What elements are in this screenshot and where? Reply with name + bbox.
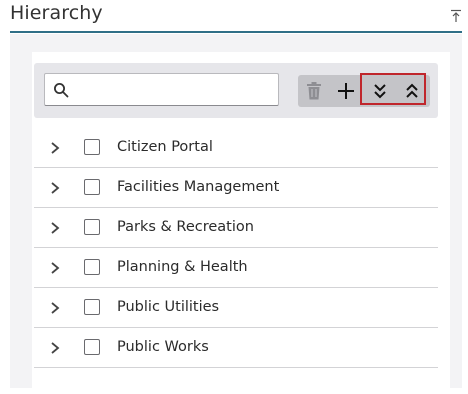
tree-item-label: Public Utilities — [117, 299, 220, 315]
row-checkbox[interactable] — [84, 259, 100, 275]
chevron-right-icon[interactable] — [48, 221, 62, 235]
panel-header: Hierarchy — [0, 0, 468, 34]
chevron-right-icon[interactable] — [48, 341, 62, 355]
double-chevron-up-icon — [406, 83, 418, 98]
delete-button[interactable] — [298, 75, 330, 107]
chevron-right-icon[interactable] — [48, 301, 62, 315]
expand-all-button[interactable] — [364, 75, 396, 107]
panel-title: Hierarchy — [10, 2, 103, 24]
search-input[interactable] — [75, 76, 275, 103]
tree-row[interactable]: Facilities Management — [34, 168, 438, 208]
header-underline — [10, 31, 462, 33]
plus-icon — [338, 83, 354, 99]
tree-item-label: Facilities Management — [117, 179, 280, 195]
tree-row[interactable]: Public Utilities — [34, 288, 438, 328]
row-checkbox[interactable] — [84, 219, 100, 235]
hierarchy-toolbar — [34, 63, 438, 118]
tree-row[interactable]: Parks & Recreation — [34, 208, 438, 248]
tree-item-label: Public Works — [117, 339, 209, 355]
row-checkbox[interactable] — [84, 179, 100, 195]
pin-icon[interactable] — [450, 9, 462, 23]
hierarchy-tree: Citizen Portal Facilities Management Par… — [34, 128, 438, 368]
chevron-right-icon[interactable] — [48, 181, 62, 195]
chevron-right-icon[interactable] — [48, 141, 62, 155]
collapse-all-button[interactable] — [396, 75, 428, 107]
trash-icon — [307, 82, 321, 100]
chevron-right-icon[interactable] — [48, 261, 62, 275]
search-box — [44, 73, 279, 106]
tree-item-label: Planning & Health — [117, 259, 248, 275]
tree-item-label: Citizen Portal — [117, 139, 213, 155]
add-button[interactable] — [330, 75, 362, 107]
tree-row[interactable]: Public Works — [34, 328, 438, 368]
tree-item-label: Parks & Recreation — [117, 219, 254, 235]
row-checkbox[interactable] — [84, 299, 100, 315]
search-icon — [54, 83, 69, 98]
toolbar-button-group — [298, 73, 430, 107]
tree-row[interactable]: Planning & Health — [34, 248, 438, 288]
row-checkbox[interactable] — [84, 139, 100, 155]
tree-row[interactable]: Citizen Portal — [34, 128, 438, 168]
row-checkbox[interactable] — [84, 339, 100, 355]
double-chevron-down-icon — [374, 84, 386, 99]
